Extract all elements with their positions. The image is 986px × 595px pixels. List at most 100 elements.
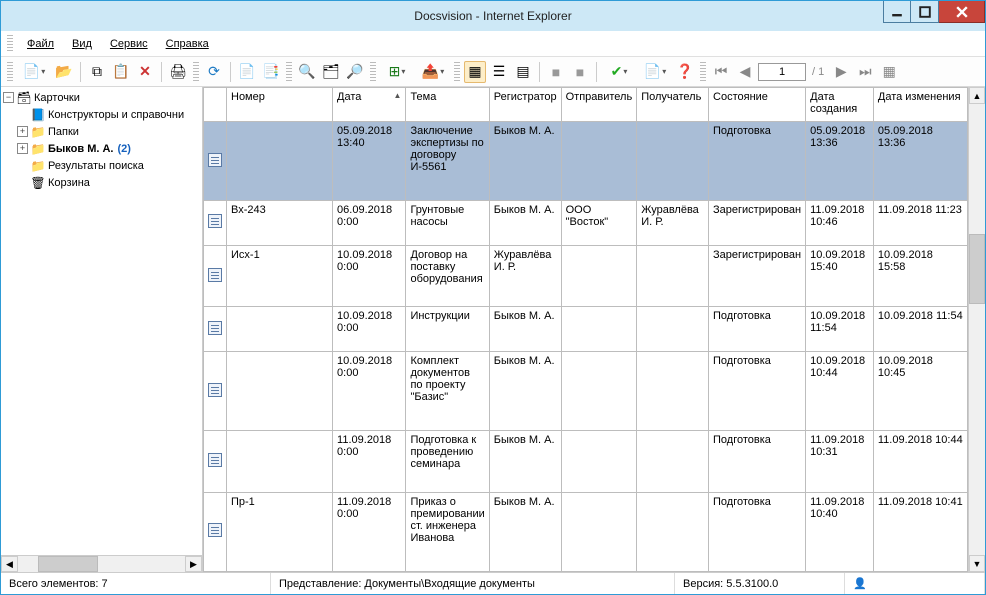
cell-recipient [637,245,709,307]
cell-sender [561,245,637,307]
cell-sender [561,431,637,493]
doc-button[interactable]: 📄 [236,61,258,83]
documents-grid[interactable]: Номер Дата Тема Регистратор Отправитель … [203,87,968,572]
menu-file[interactable]: Файл [19,35,62,53]
cell-created: 11.09.2018 10:46 [806,201,874,246]
view3-button[interactable]: ▤ [512,61,534,83]
refresh-button[interactable]: ⟳ [203,61,225,83]
table-row[interactable]: 10.09.2018 0:00ИнструкцииБыков М. А.Подг… [204,307,968,352]
toolbar-grip-2[interactable] [193,62,199,82]
clipboard-button[interactable]: 📋 [110,61,132,83]
tree-node-constructors[interactable]: 📘 Конструкторы и справочни [3,106,202,123]
print-button[interactable]: 🖨 [167,61,189,83]
scroll-down-icon[interactable]: ▼ [969,555,985,572]
col-created[interactable]: Дата создания [806,88,874,122]
help-button[interactable]: ❓ [674,61,696,83]
scroll-thumb[interactable] [38,556,98,572]
table-row[interactable]: Вх-24306.09.2018 0:00Грунтовые насосыБык… [204,201,968,246]
search-button[interactable]: 🔍 [296,61,318,83]
document-icon [208,453,222,467]
expand-icon[interactable]: + [17,126,28,137]
view2-button[interactable]: ☰ [488,61,510,83]
tree-node-cards[interactable]: − 🗃 Карточки [3,89,202,106]
col-modified[interactable]: Дата изменения [873,88,967,122]
scroll-left-icon[interactable]: ◀ [1,556,18,572]
tree-node-trash[interactable]: 🗑 Корзина [3,174,202,191]
cell-subject: Договор на поставку оборудования [406,245,489,307]
page-next-button[interactable]: ▶ [830,61,852,83]
menu-service[interactable]: Сервис [102,35,156,53]
status-version: Версия: 5.5.3100.0 [675,573,845,594]
find-button[interactable]: 🔎 [344,61,366,83]
close-button[interactable] [939,1,985,23]
grid-header-row: Номер Дата Тема Регистратор Отправитель … [204,88,968,122]
col-sender[interactable]: Отправитель [561,88,637,122]
table-row[interactable]: Исх-110.09.2018 0:00Договор на поставку … [204,245,968,307]
excel-button[interactable]: ⊞▾ [380,61,414,83]
cell-created: 10.09.2018 11:54 [806,307,874,352]
scroll-right-icon[interactable]: ▶ [185,556,202,572]
filter-button[interactable]: 🗂 [320,61,342,83]
folder-tree[interactable]: − 🗃 Карточки 📘 Конструкторы и справочни … [1,87,202,555]
cell-created: 10.09.2018 15:40 [806,245,874,307]
page-prev-button[interactable]: ◀ [734,61,756,83]
folder-icon: 📁 [30,125,46,139]
check-button[interactable]: ✔▾ [602,61,636,83]
scroll-up-icon[interactable]: ▲ [969,87,985,104]
table-row[interactable]: 05.09.2018 13:40Заключение экспертизы по… [204,122,968,201]
maximize-button[interactable] [911,1,939,23]
grid-vscroll[interactable]: ▲ ▼ [968,87,985,572]
block2-button[interactable]: ■ [569,61,591,83]
menubar-grip[interactable] [7,35,13,53]
cell-state: Зарегистрирован [709,201,806,246]
toolbar-grip-1[interactable] [7,62,13,82]
table-row[interactable]: 11.09.2018 0:00Подготовка к проведению с… [204,431,968,493]
page-settings-button[interactable]: ▦ [878,61,900,83]
toolbar-grip-3[interactable] [286,62,292,82]
page-first-button[interactable]: ⏮ [710,61,732,83]
page-last-button[interactable]: ⏭ [854,61,876,83]
new-doc-button[interactable]: 📄▾ [17,61,51,83]
tree-node-bykov[interactable]: + 📁 Быков М. А. (2) [3,140,202,157]
menu-help[interactable]: Справка [158,35,217,53]
toolbar-grip-5[interactable] [454,62,460,82]
titlebar[interactable]: Docsvision - Internet Explorer [1,1,985,31]
toolbar-grip-4[interactable] [370,62,376,82]
delete-button[interactable]: ✕ [134,61,156,83]
expand-icon[interactable]: + [17,143,28,154]
scroll-thumb[interactable] [969,234,985,304]
col-recipient[interactable]: Получатель [637,88,709,122]
document-icon [208,268,222,282]
doc2-button[interactable]: 📑 [260,61,282,83]
menu-view[interactable]: Вид [64,35,100,53]
table-row[interactable]: 10.09.2018 0:00Комплект документов по пр… [204,352,968,431]
view1-button[interactable]: ▦ [464,61,486,83]
open-folder-button[interactable]: 📂 [53,61,75,83]
cell-subject: Инструкции [406,307,489,352]
export-button[interactable]: 📤▾ [416,61,450,83]
page-button[interactable]: 📄▾ [638,61,672,83]
col-number[interactable]: Номер [227,88,333,122]
table-row[interactable]: Пр-111.09.2018 0:00Приказ о премировании… [204,492,968,571]
copy-button[interactable]: ⧉ [86,61,108,83]
toolbar: 📄▾ 📂 ⧉ 📋 ✕ 🖨 ⟳ 📄 📑 🔍 🗂 🔎 ⊞▾ 📤▾ ▦ ☰ ▤ ■ ■… [1,57,985,87]
block1-button[interactable]: ■ [545,61,567,83]
col-date[interactable]: Дата [333,88,406,122]
cell-created: 11.09.2018 10:40 [806,492,874,571]
tree-node-search-results[interactable]: 📁 Результаты поиска [3,157,202,174]
tree-node-folders[interactable]: + 📁 Папки [3,123,202,140]
cell-number [227,352,333,431]
col-registrar[interactable]: Регистратор [489,88,561,122]
toolbar-grip-6[interactable] [700,62,706,82]
cell-modified: 10.09.2018 11:54 [873,307,967,352]
expand-icon[interactable]: − [3,92,14,103]
col-state[interactable]: Состояние [709,88,806,122]
minimize-button[interactable] [883,1,911,23]
cell-sender [561,492,637,571]
col-icon[interactable] [204,88,227,122]
page-input[interactable] [758,63,806,81]
book-icon: 📘 [30,108,46,122]
cell-recipient [637,492,709,571]
col-subject[interactable]: Тема [406,88,489,122]
tree-hscroll[interactable]: ◀ ▶ [1,555,202,572]
